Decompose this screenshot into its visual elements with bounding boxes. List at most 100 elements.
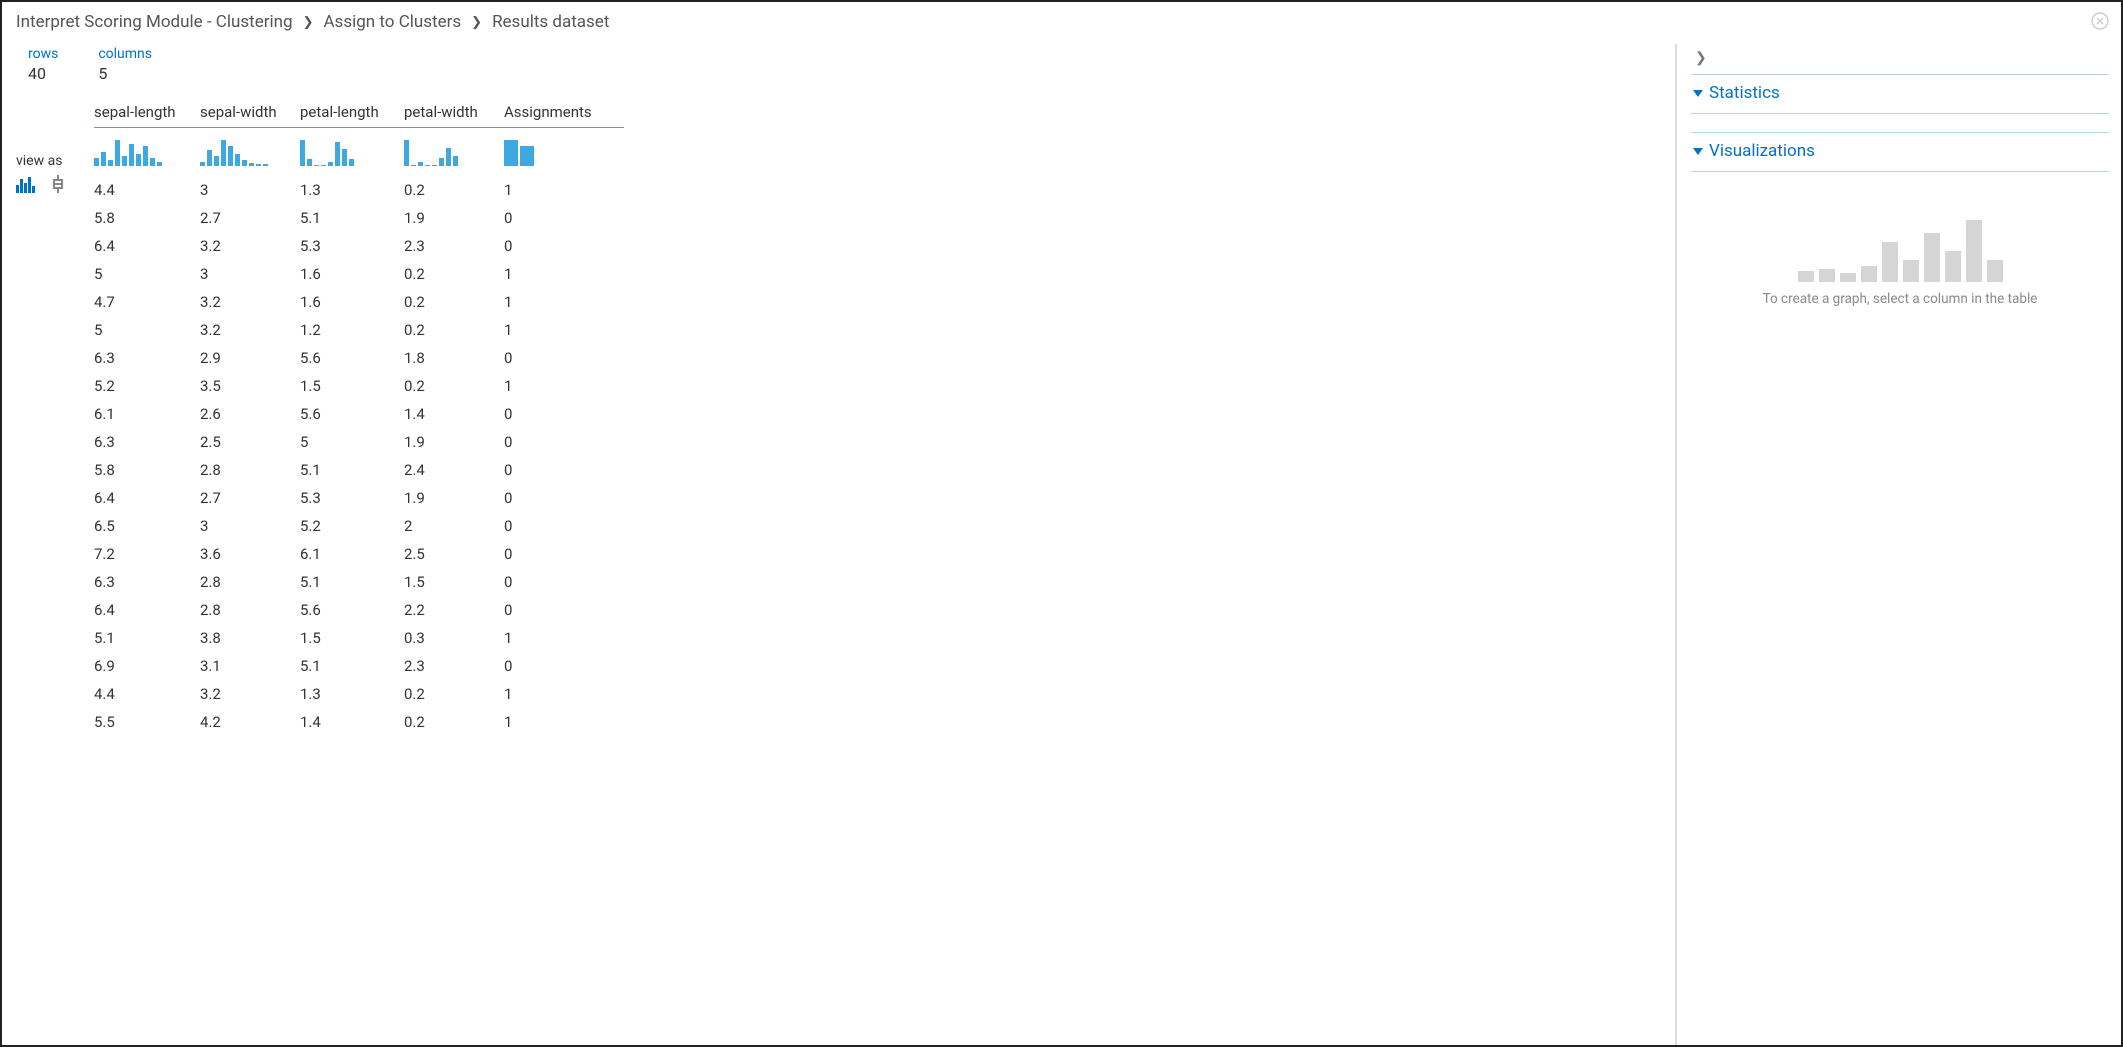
caret-down-icon [1693,148,1703,155]
column-histogram[interactable] [94,128,200,177]
table-cell: 0 [504,568,624,596]
table-cell: 0 [504,596,624,624]
rows-value: 40 [28,64,58,83]
table-cell: 4.4 [94,680,200,708]
breadcrumb-item: Results dataset [492,12,609,32]
view-as-histogram-icon[interactable] [16,175,42,197]
table-cell: 1 [504,288,624,316]
table-row[interactable]: 4.43.21.30.21 [94,680,624,708]
table-row[interactable]: 5.54.21.40.21 [94,708,624,736]
data-table-scroll[interactable]: sepal-length sepal-width petal-length pe… [94,97,1671,1045]
table-cell: 2.9 [200,344,300,372]
view-as-label: view as [16,153,94,169]
table-row[interactable]: 6.42.75.31.90 [94,484,624,512]
table-cell: 5.6 [300,344,404,372]
table-cell: 5.1 [300,652,404,680]
column-header[interactable]: sepal-width [200,97,300,128]
table-cell: 1 [504,260,624,288]
table-row[interactable]: 6.32.85.11.50 [94,568,624,596]
table-cell: 5 [300,428,404,456]
view-as-switcher: view as [16,97,94,1045]
table-cell: 0.2 [404,372,504,400]
table-cell: 3.2 [200,232,300,260]
table-row[interactable]: 6.535.220 [94,512,624,540]
table-cell: 6.3 [94,568,200,596]
pane-splitter[interactable] [1671,40,1681,1045]
table-cell: 3.2 [200,288,300,316]
table-row[interactable]: 6.42.85.62.20 [94,596,624,624]
table-row[interactable]: 6.12.65.61.40 [94,400,624,428]
table-cell: 2.3 [404,652,504,680]
table-cell: 1.5 [404,568,504,596]
column-histogram[interactable] [404,128,504,177]
table-cell: 5.6 [300,400,404,428]
table-cell: 5.2 [300,512,404,540]
table-row[interactable]: 4.431.30.21 [94,176,624,204]
column-header[interactable]: Assignments [504,97,624,128]
table-cell: 0.2 [404,176,504,204]
breadcrumb-item[interactable]: Assign to Clusters [323,12,461,32]
table-row[interactable]: 5.82.85.12.40 [94,456,624,484]
chevron-right-icon[interactable]: ❯ [1691,50,2109,74]
column-header[interactable]: petal-width [404,97,504,128]
results-pane: rows 40 columns 5 view as [2,40,1671,1045]
table-cell: 0 [504,484,624,512]
table-cell: 1.9 [404,204,504,232]
table-cell: 2.3 [404,232,504,260]
table-row[interactable]: 4.73.21.60.21 [94,288,624,316]
close-icon[interactable] [2089,10,2111,32]
visualizations-header[interactable]: Visualizations [1691,133,2109,172]
table-cell: 1.4 [404,400,504,428]
view-as-boxplot-icon[interactable] [50,175,66,197]
statistics-header[interactable]: Statistics [1691,75,2109,114]
table-cell: 0 [504,652,624,680]
table-row[interactable]: 6.32.95.61.80 [94,344,624,372]
table-cell: 2.7 [200,484,300,512]
table-cell: 1 [504,708,624,736]
table-cell: 1 [504,680,624,708]
table-cell: 1 [504,316,624,344]
table-cell: 1.9 [404,428,504,456]
table-row[interactable]: 6.43.25.32.30 [94,232,624,260]
caret-down-icon [1693,90,1703,97]
table-cell: 3.2 [200,316,300,344]
table-row[interactable]: 5.13.81.50.31 [94,624,624,652]
table-row[interactable]: 53.21.20.21 [94,316,624,344]
column-histogram[interactable] [300,128,404,177]
table-cell: 2.8 [200,456,300,484]
table-cell: 0 [504,400,624,428]
breadcrumb-item[interactable]: Interpret Scoring Module - Clustering [16,12,293,32]
table-cell: 5.2 [94,372,200,400]
table-cell: 1 [504,624,624,652]
table-cell: 0.2 [404,316,504,344]
column-histogram[interactable] [504,128,624,177]
column-header[interactable]: petal-length [300,97,404,128]
table-cell: 4.7 [94,288,200,316]
app-window: Interpret Scoring Module - Clustering ❯ … [0,0,2123,1047]
statistics-title: Statistics [1709,83,1780,103]
table-cell: 4.2 [200,708,300,736]
table-cell: 3 [200,260,300,288]
table-cell: 3.5 [200,372,300,400]
table-cell: 2 [404,512,504,540]
table-row[interactable]: 5.23.51.50.21 [94,372,624,400]
table-cell: 3.2 [200,680,300,708]
table-cell: 0.2 [404,680,504,708]
table-cell: 5.3 [300,484,404,512]
column-histogram[interactable] [200,128,300,177]
column-header[interactable]: sepal-length [94,97,200,128]
table-cell: 2.5 [404,540,504,568]
placeholder-chart-icon [1798,212,2003,282]
table-row[interactable]: 7.23.66.12.50 [94,540,624,568]
table-row[interactable]: 6.93.15.12.30 [94,652,624,680]
table-row[interactable]: 6.32.551.90 [94,428,624,456]
table-row[interactable]: 5.82.75.11.90 [94,204,624,232]
chevron-right-icon: ❯ [303,15,314,30]
table-row[interactable]: 531.60.21 [94,260,624,288]
table-cell: 5.1 [94,624,200,652]
table-cell: 5.6 [300,596,404,624]
data-table: sepal-length sepal-width petal-length pe… [94,97,624,736]
table-cell: 0 [504,232,624,260]
breadcrumb: Interpret Scoring Module - Clustering ❯ … [2,2,2121,40]
table-cell: 1 [504,372,624,400]
